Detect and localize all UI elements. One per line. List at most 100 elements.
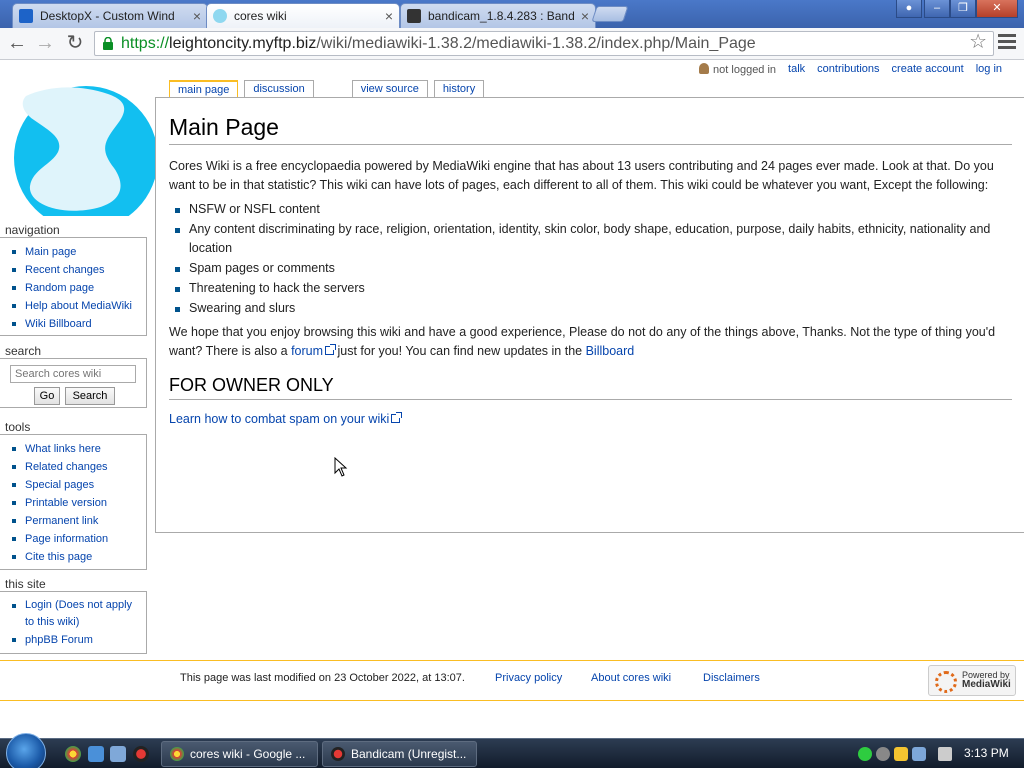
- privacy-policy-link[interactable]: Privacy policy: [495, 672, 562, 684]
- sidebar-item-recent-changes[interactable]: Recent changes: [12, 261, 146, 279]
- list-item: Swearing and slurs: [175, 299, 1012, 318]
- sidebar-item-related-changes[interactable]: Related changes: [12, 458, 146, 476]
- url-path: /wiki/mediawiki-1.38.2/mediawiki-1.38.2/…: [316, 35, 756, 52]
- external-link-icon: [325, 344, 337, 355]
- sidebar-item-login[interactable]: Login (Does not apply to this wiki): [12, 597, 140, 631]
- windows-taskbar: cores wiki - Google ... Bandicam (Unregi…: [0, 733, 1024, 768]
- browser-tab-bandicam[interactable]: bandicam_1.8.4.283 : Band ×: [400, 3, 596, 28]
- this-site-portal: Login (Does not apply to this wiki) phpB…: [0, 591, 147, 654]
- tab-title: DesktopX - Custom Wind: [40, 9, 175, 23]
- mediawiki-label: MediaWiki: [962, 679, 1011, 690]
- url-scheme: https://: [121, 35, 170, 52]
- desktopx-icon: [19, 9, 33, 23]
- bandicam-icon: [331, 747, 345, 761]
- create-account-link[interactable]: create account: [892, 63, 964, 76]
- task-label: cores wiki - Google ...: [190, 747, 306, 761]
- browser-tab-cores-wiki[interactable]: cores wiki ×: [206, 3, 400, 28]
- sidebar-item-wiki-billboard[interactable]: Wiki Billboard: [12, 315, 146, 333]
- taskbar-item-chrome[interactable]: cores wiki - Google ...: [161, 741, 318, 767]
- bookmark-star-icon[interactable]: ☆: [969, 32, 987, 54]
- action-center-icon[interactable]: [912, 747, 926, 761]
- minimize-button[interactable]: –: [924, 0, 950, 18]
- billboard-link[interactable]: Billboard: [586, 344, 635, 358]
- reload-icon[interactable]: ↻: [63, 32, 87, 56]
- start-button-icon[interactable]: [6, 733, 46, 768]
- mouse-cursor-icon: [334, 457, 348, 477]
- browser-tab-desktopx[interactable]: DesktopX - Custom Wind ×: [12, 3, 208, 28]
- tools-heading: tools: [5, 420, 31, 434]
- navigation-heading: navigation: [5, 223, 60, 237]
- cores-wiki-favicon: [213, 9, 227, 23]
- sidebar-item-cite-this-page[interactable]: Cite this page: [12, 548, 146, 566]
- this-site-heading: this site: [5, 577, 46, 591]
- close-icon[interactable]: ×: [581, 8, 589, 24]
- user-icon: [699, 63, 710, 74]
- combat-spam-link[interactable]: Learn how to combat spam on your wiki: [169, 412, 403, 426]
- tray-arrow-icon[interactable]: [876, 747, 890, 761]
- list-item: NSFW or NSFL content: [175, 200, 1012, 219]
- network-status-icon[interactable]: [858, 747, 872, 761]
- disclaimers-link[interactable]: Disclaimers: [703, 672, 760, 684]
- task-label: Bandicam (Unregist...: [351, 747, 467, 761]
- personal-tools: not logged in talk contributions create …: [699, 63, 1002, 76]
- user-profile-icon[interactable]: ●: [896, 0, 922, 18]
- closing-text-2: just for you! You can find new updates i…: [334, 344, 586, 358]
- menu-icon[interactable]: [998, 34, 1016, 52]
- sidebar-item-page-information[interactable]: Page information: [12, 530, 146, 548]
- sidebar-item-special-pages[interactable]: Special pages: [12, 476, 146, 494]
- go-button[interactable]: Go: [34, 387, 60, 405]
- bandicam-quicklaunch-icon[interactable]: [133, 746, 149, 762]
- tab-history[interactable]: history: [433, 80, 485, 98]
- search-heading: search: [5, 344, 42, 358]
- window-close-button[interactable]: ✕: [976, 0, 1018, 18]
- chrome-icon: [170, 747, 184, 761]
- close-icon[interactable]: ×: [385, 8, 393, 24]
- sidebar-item-permanent-link[interactable]: Permanent link: [12, 512, 146, 530]
- chrome-quicklaunch-icon[interactable]: [65, 746, 81, 762]
- sidebar-item-main-page[interactable]: Main page: [12, 243, 146, 261]
- external-link-icon: [391, 412, 403, 423]
- search-button[interactable]: Search: [65, 387, 115, 405]
- log-in-link[interactable]: log in: [976, 63, 1002, 76]
- search-input[interactable]: [10, 365, 136, 383]
- taskbar-clock[interactable]: 3:13 PM: [964, 746, 1009, 760]
- tab-title: bandicam_1.8.4.283 : Band: [428, 9, 575, 23]
- security-shield-icon[interactable]: [894, 747, 908, 761]
- address-bar[interactable]: https://leightoncity.myftp.biz/wiki/medi…: [94, 31, 994, 56]
- about-link[interactable]: About cores wiki: [591, 672, 671, 684]
- list-item: Any content discriminating by race, reli…: [175, 220, 1012, 258]
- browser-tabstrip: DesktopX - Custom Wind × cores wiki × ba…: [0, 0, 1024, 28]
- url-host: leightoncity.myftp.biz: [169, 35, 317, 52]
- tab-view-source[interactable]: view source: [351, 80, 428, 98]
- sidebar-item-printable-version[interactable]: Printable version: [12, 494, 146, 512]
- browser-toolbar: ← → ↻ https://leightoncity.myftp.biz/wik…: [0, 28, 1024, 60]
- combat-spam-label: Learn how to combat spam on your wiki: [169, 412, 390, 426]
- sidebar-item-what-links-here[interactable]: What links here: [12, 440, 146, 458]
- forward-icon[interactable]: →: [33, 32, 57, 56]
- search-portal: Go Search: [0, 358, 147, 408]
- back-icon[interactable]: ←: [5, 32, 29, 56]
- wiki-logo[interactable]: [8, 76, 158, 216]
- main-content: Main Page Cores Wiki is a free encyclopa…: [155, 97, 1024, 533]
- sidebar-item-help[interactable]: Help about MediaWiki: [12, 297, 146, 315]
- tab-discussion[interactable]: discussion: [244, 80, 314, 98]
- contributions-link[interactable]: contributions: [817, 63, 879, 76]
- close-icon[interactable]: ×: [193, 8, 201, 24]
- forum-link[interactable]: forum: [291, 344, 337, 358]
- spam-paragraph: Learn how to combat spam on your wiki: [169, 410, 1012, 429]
- volume-muted-icon[interactable]: [938, 747, 952, 761]
- explorer-icon[interactable]: [110, 746, 126, 762]
- new-tab-button[interactable]: [591, 6, 629, 22]
- powered-by-mediawiki-badge[interactable]: Powered by MediaWiki: [928, 665, 1016, 696]
- maximize-button[interactable]: ❐: [950, 0, 976, 18]
- not-logged-in-status: not logged in: [699, 63, 776, 76]
- talk-link[interactable]: talk: [788, 63, 805, 76]
- tools-portal: What links here Related changes Special …: [0, 434, 147, 570]
- list-item: Spam pages or comments: [175, 259, 1012, 278]
- list-item: Threatening to hack the servers: [175, 279, 1012, 298]
- taskbar-item-bandicam[interactable]: Bandicam (Unregist...: [322, 741, 477, 767]
- sidebar-item-random-page[interactable]: Random page: [12, 279, 146, 297]
- show-desktop-icon[interactable]: [88, 746, 104, 762]
- sidebar-item-phpbb-forum[interactable]: phpBB Forum: [12, 631, 140, 649]
- page-title: Main Page: [169, 114, 1012, 145]
